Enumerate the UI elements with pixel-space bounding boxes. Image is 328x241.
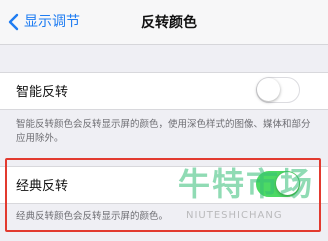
smart-invert-description: 智能反转颜色会反转显示屏的颜色，使用深色样式的图像、媒体和部分应用除外。 (16, 119, 311, 144)
page-title: 反转颜色 (141, 15, 197, 31)
toggle-knob (257, 78, 280, 101)
smart-invert-label: 智能反转 (16, 85, 69, 100)
navigation-bar: 显示调节 反转颜色 (0, 0, 328, 45)
watermark: 牛特市场 (178, 165, 315, 203)
watermark-subtext: NIUTESHICHANG (186, 210, 283, 221)
smart-invert-toggle[interactable] (256, 77, 300, 103)
smart-invert-row: 智能反转 (0, 72, 328, 110)
